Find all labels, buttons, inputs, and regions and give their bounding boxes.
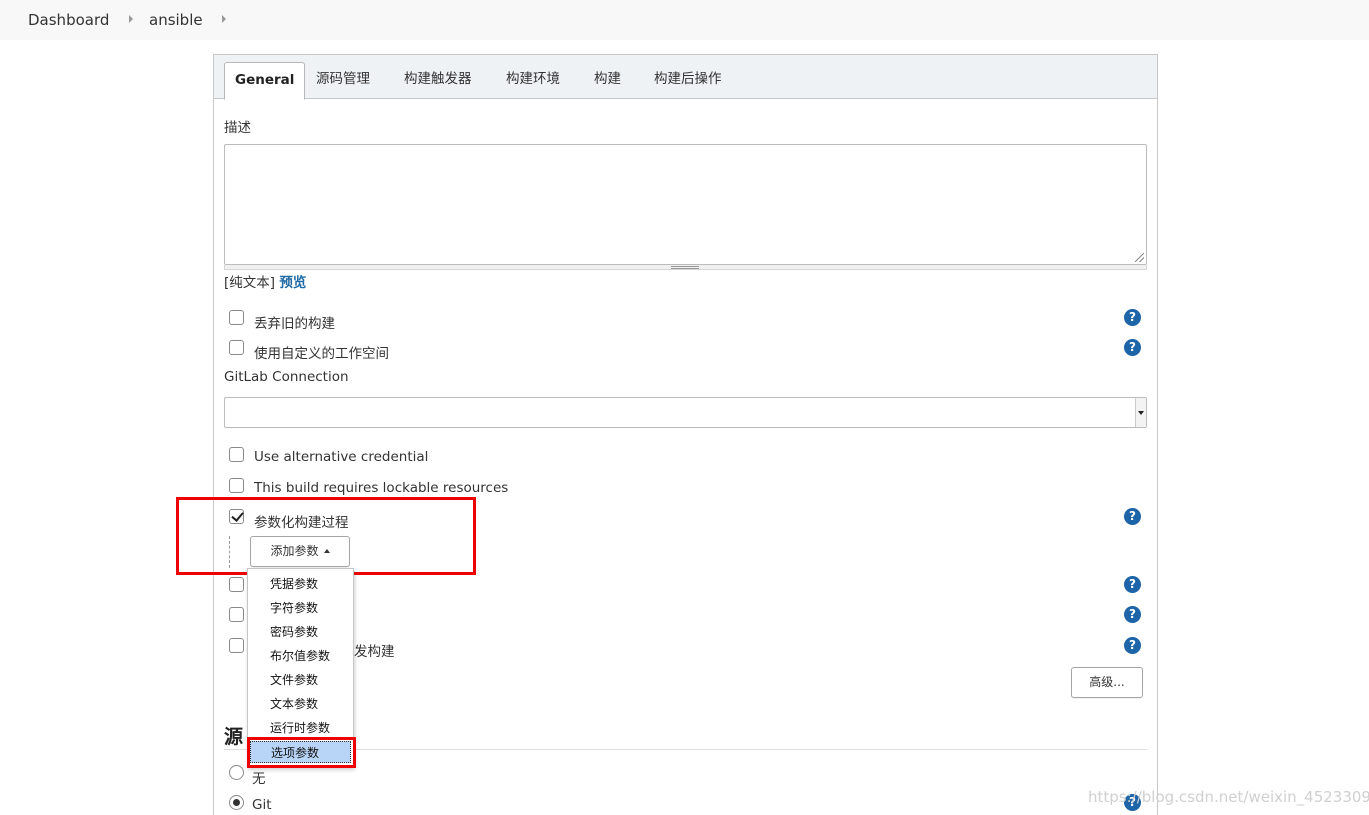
remote-trigger-label: 发构建 bbox=[354, 644, 395, 660]
grip-icon bbox=[671, 266, 699, 269]
config-tabbar: General 源码管理 构建触发器 构建环境 构建 构建后操作 bbox=[214, 55, 1157, 100]
dropdown-arrow-icon[interactable] bbox=[1135, 398, 1146, 427]
help-icon[interactable]: ? bbox=[1124, 339, 1141, 356]
breadcrumb-separator-icon[interactable] bbox=[129, 15, 133, 23]
tab-source-management[interactable]: 源码管理 bbox=[306, 62, 380, 99]
menu-item-text-param[interactable]: 文本参数 bbox=[250, 693, 351, 715]
scm-none-label: 无 bbox=[252, 771, 266, 787]
description-format: [纯文本] 预览 bbox=[224, 271, 306, 291]
highlight-box bbox=[247, 737, 356, 768]
custom-workspace-checkbox[interactable] bbox=[229, 340, 244, 355]
menu-item-file-param[interactable]: 文件参数 bbox=[250, 669, 351, 691]
tab-build-environment[interactable]: 构建环境 bbox=[496, 62, 570, 99]
discard-old-builds-label: 丢弃旧的构建 bbox=[254, 316, 335, 332]
tab-general[interactable]: General bbox=[224, 62, 306, 100]
scm-git-radio[interactable] bbox=[229, 795, 244, 810]
menu-item-boolean-param[interactable]: 布尔值参数 bbox=[250, 645, 351, 667]
breadcrumb: Dashboard ansible bbox=[0, 0, 1369, 40]
gitlab-connection-label: GitLab Connection bbox=[224, 369, 349, 385]
watermark: https://blog.csdn.net/weixin_45233090 bbox=[1088, 788, 1369, 806]
alt-credential-label: Use alternative credential bbox=[254, 449, 429, 465]
scm-none-radio[interactable] bbox=[229, 765, 244, 780]
custom-workspace-label: 使用自定义的工作空间 bbox=[254, 346, 389, 362]
breadcrumb-dashboard[interactable]: Dashboard bbox=[28, 11, 109, 29]
help-icon[interactable]: ? bbox=[1124, 508, 1141, 525]
advanced-button[interactable]: 高级... bbox=[1071, 667, 1143, 698]
scm-section-title: 源 bbox=[224, 726, 244, 748]
scm-git-label: Git bbox=[252, 797, 272, 813]
tab-build-triggers[interactable]: 构建触发器 bbox=[394, 62, 482, 99]
lockable-resources-checkbox[interactable] bbox=[229, 478, 244, 493]
breadcrumb-separator-icon[interactable] bbox=[222, 15, 226, 23]
gitlab-connection-select[interactable] bbox=[224, 397, 1147, 428]
discard-old-builds-checkbox[interactable] bbox=[229, 310, 244, 325]
resize-grip-icon[interactable] bbox=[1135, 253, 1144, 262]
help-icon[interactable]: ? bbox=[1124, 606, 1141, 623]
help-icon[interactable]: ? bbox=[1124, 576, 1141, 593]
menu-item-runtime-param[interactable]: 运行时参数 bbox=[250, 717, 351, 739]
hidden-option-checkbox[interactable] bbox=[229, 577, 244, 592]
hidden-option-checkbox[interactable] bbox=[229, 638, 244, 653]
highlight-box bbox=[176, 497, 476, 575]
menu-item-password-param[interactable]: 密码参数 bbox=[250, 621, 351, 643]
tab-build[interactable]: 构建 bbox=[584, 62, 631, 99]
description-textarea[interactable] bbox=[224, 144, 1147, 265]
menu-item-string-param[interactable]: 字符参数 bbox=[250, 597, 351, 619]
menu-item-credentials-param[interactable]: 凭据参数 bbox=[250, 573, 351, 595]
section-divider bbox=[224, 749, 1147, 750]
tab-post-build[interactable]: 构建后操作 bbox=[644, 62, 732, 99]
help-icon[interactable]: ? bbox=[1124, 637, 1141, 654]
breadcrumb-ansible[interactable]: ansible bbox=[149, 11, 203, 29]
description-label: 描述 bbox=[224, 120, 251, 136]
format-plain-text: [纯文本] bbox=[224, 275, 276, 291]
help-icon[interactable]: ? bbox=[1124, 309, 1141, 326]
alt-credential-checkbox[interactable] bbox=[229, 447, 244, 462]
preview-link[interactable]: 预览 bbox=[279, 275, 306, 291]
hidden-option-checkbox[interactable] bbox=[229, 607, 244, 622]
lockable-resources-label: This build requires lockable resources bbox=[254, 480, 509, 496]
